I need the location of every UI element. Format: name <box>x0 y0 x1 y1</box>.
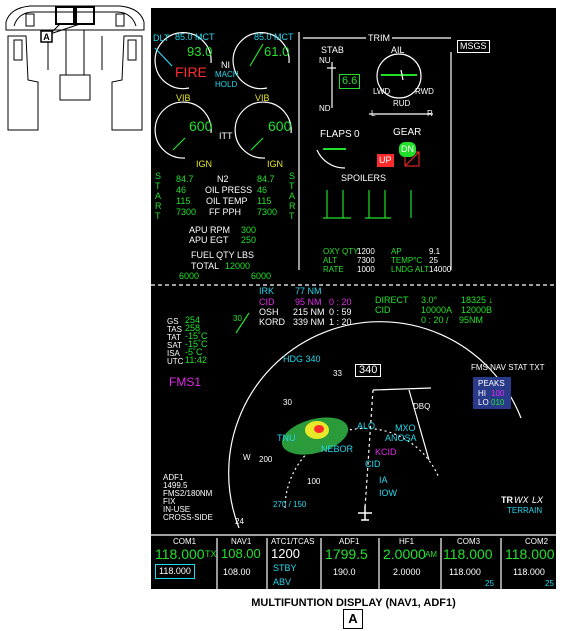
gear-down-indicator: DN <box>399 142 416 157</box>
compass-w: W <box>243 453 251 462</box>
stab-nu: NU <box>319 56 331 65</box>
tr-label: TR <box>501 495 513 505</box>
n1-left-value: 93.0 <box>187 44 213 59</box>
cid-alt: 10000A <box>421 305 453 315</box>
apu-rpm-label: APU RPM <box>189 225 231 235</box>
speed-ratio: 270 / 150 <box>273 500 307 509</box>
cid-label: CID <box>375 305 391 315</box>
wind-value: 30 <box>233 314 242 323</box>
direct-angle: 3.0° <box>421 295 438 305</box>
fms-source: FMS1 <box>169 375 202 389</box>
range-100: 100 <box>307 477 321 486</box>
stab-trim-value: 6.6 <box>339 74 361 89</box>
itt-label: ITT <box>219 131 233 141</box>
lx-label: LX <box>532 495 544 505</box>
gear-label: GEAR <box>393 127 422 138</box>
cid-time: 0 : 20 / <box>421 315 449 325</box>
irk-dist: 77 NM <box>295 286 322 296</box>
n1-right-value: 61.0 <box>264 44 290 59</box>
aircraft-symbol <box>358 506 372 521</box>
heading-box: 340 <box>355 364 382 377</box>
irk-label: IRK <box>259 286 275 296</box>
direct-alt: 18325 ↓ <box>461 295 494 305</box>
fuel-right-value: 6000 <box>251 271 272 281</box>
fire-warning: FIRE <box>175 64 207 80</box>
flaps-label: FLAPS <box>320 129 352 140</box>
gear-up-indicator: UP <box>377 154 394 167</box>
spoilers-label: SPOILERS <box>341 173 387 183</box>
terrain-label: TERRAIN <box>507 506 543 515</box>
cid-alt-b: 12000B <box>461 305 493 315</box>
multifunction-display: DLT 85.0 MCT 93.0 FIRE NI MACH HOLD VIB … <box>151 8 556 589</box>
cid-dist: 95NM <box>459 315 484 325</box>
display-graphics <box>151 32 556 589</box>
com1-standby-box[interactable]: 118.000 <box>155 564 195 579</box>
weather-cell-red <box>314 425 324 433</box>
direct-label: DIRECT <box>375 295 409 305</box>
vib-left: VIB <box>176 93 191 103</box>
figure-ref-box: A <box>343 609 363 629</box>
itt-right-value: 600 <box>268 118 292 134</box>
apu-rpm-value: 300 <box>241 225 257 235</box>
heading-label: HDG 340 <box>283 354 321 364</box>
vib-right: VIB <box>255 93 270 103</box>
ail-label: AIL <box>391 45 405 55</box>
range-200: 200 <box>259 455 273 464</box>
flaps-value: 0 <box>354 129 360 140</box>
stab-nd: ND <box>319 104 331 113</box>
msgs-button[interactable]: MSGS <box>457 40 490 53</box>
hold-label: HOLD <box>215 80 238 89</box>
wx-label: WX <box>514 495 529 505</box>
apu-egt-label: APU EGT <box>189 235 229 245</box>
compass-24: 24 <box>235 517 244 526</box>
compass-30: 30 <box>283 398 292 407</box>
rud-l: L <box>371 109 376 118</box>
fms-nav-stat-txt: FMS NAV STAT TXT <box>471 363 545 372</box>
itt-left-value: 600 <box>189 118 213 134</box>
n1-label: NI <box>221 60 230 70</box>
cockpit-locator-diagram: A <box>5 5 145 131</box>
locator-marker: A <box>43 32 50 42</box>
rwd-label: RWD <box>415 87 434 96</box>
ign-right: IGN <box>267 159 284 169</box>
n1-right-mct: 85.0 MCT <box>254 32 294 42</box>
dlt-label: DLT <box>153 33 170 43</box>
trim-title: TRIM <box>366 33 392 43</box>
n1-left-mct: 85.0 MCT <box>175 32 215 42</box>
lwd-label: LWD <box>373 87 391 96</box>
fuel-total-label: TOTAL <box>191 261 220 271</box>
mach-label: MACH <box>215 70 239 79</box>
fuel-total-value: 12000 <box>225 261 251 271</box>
apu-egt-value: 250 <box>241 235 257 245</box>
rud-r: R <box>427 109 433 118</box>
fuel-title: FUEL QTY LBS <box>191 250 255 260</box>
figure-caption: MULTIFUNTION DISPLAY (NAV1, ADF1) <box>251 597 456 609</box>
rud-label: RUD <box>393 99 411 108</box>
ign-left: IGN <box>196 159 213 169</box>
fuel-left-value: 6000 <box>179 271 200 281</box>
compass-33: 33 <box>333 369 342 378</box>
stab-label: STAB <box>321 45 344 55</box>
peaks-box: PEAKS HI 100 LO 010 <box>473 377 511 409</box>
